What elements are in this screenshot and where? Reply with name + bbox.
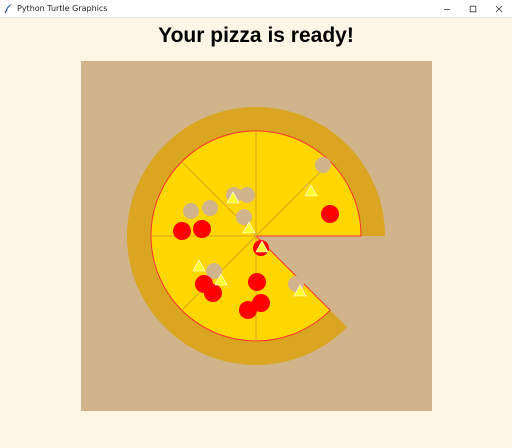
- title-bar[interactable]: Python Turtle Graphics: [0, 0, 512, 18]
- mushroom: [315, 157, 331, 173]
- close-icon: [495, 5, 503, 12]
- window-controls: [434, 0, 512, 17]
- window-title: Python Turtle Graphics: [17, 4, 108, 13]
- maximize-icon: [469, 5, 477, 12]
- pepperoni: [248, 273, 266, 291]
- maximize-button[interactable]: [460, 0, 486, 17]
- pepperoni: [239, 301, 257, 319]
- close-button[interactable]: [486, 0, 512, 17]
- turtle-window: Python Turtle Graphics Your pizza is rea…: [0, 0, 512, 448]
- pepperoni: [204, 284, 222, 302]
- pepperoni: [193, 220, 211, 238]
- feather-icon: [4, 4, 12, 14]
- turtle-canvas[interactable]: [81, 61, 432, 411]
- minimize-icon: [444, 8, 450, 10]
- mushroom: [239, 187, 255, 203]
- minimize-button[interactable]: [434, 0, 460, 17]
- mushroom: [183, 203, 199, 219]
- mushroom: [202, 200, 218, 216]
- pizza-ready-heading: Your pizza is ready!: [158, 24, 354, 47]
- pepperoni: [173, 222, 191, 240]
- pepperoni: [321, 205, 339, 223]
- pizza-drawing: [126, 106, 385, 365]
